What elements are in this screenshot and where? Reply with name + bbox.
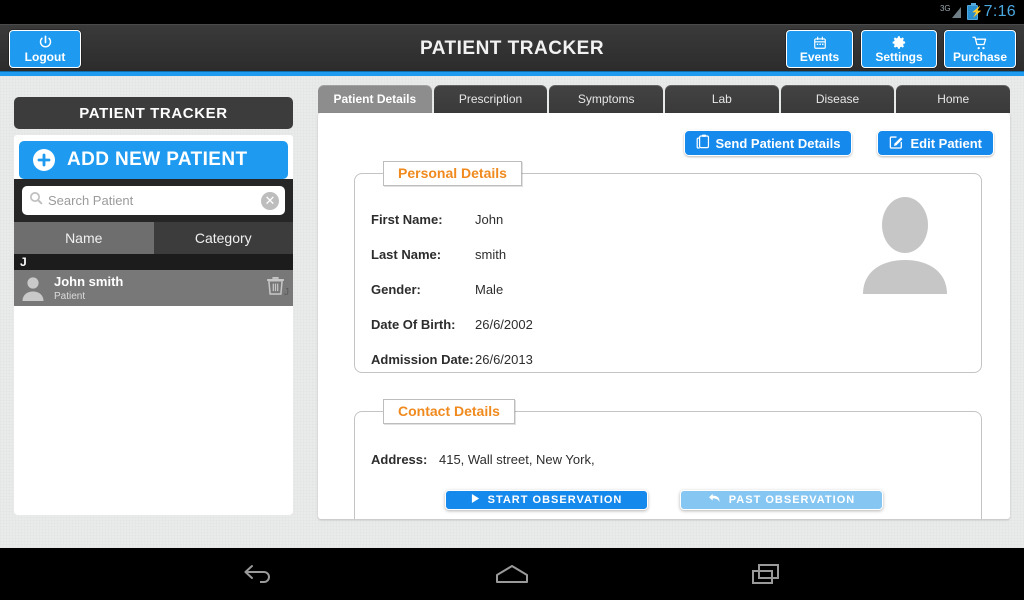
field-admission-date-value: 26/6/2013	[475, 352, 533, 367]
patient-name: John smith	[54, 274, 124, 289]
signal-3g-icon: 3G	[939, 3, 961, 18]
recents-icon[interactable]	[702, 548, 830, 600]
add-new-patient-button[interactable]: ADD NEW PATIENT	[19, 141, 288, 179]
field-admission-date: Admission Date: 26/6/2013	[371, 352, 533, 367]
contact-details-legend: Contact Details	[383, 399, 515, 424]
edit-patient-button[interactable]: Edit Patient	[877, 130, 994, 156]
edit-patient-label: Edit Patient	[910, 135, 982, 151]
tab-lab[interactable]: Lab	[665, 85, 779, 113]
field-last-name-label: Last Name:	[371, 247, 442, 262]
patient-sidebar: PATIENT TRACKER ADD NEW PATIENT ✕	[14, 97, 293, 519]
field-last-name-value: smith	[475, 247, 507, 262]
past-observation-button[interactable]: PAST OBSERVATION	[680, 490, 883, 510]
field-dob-value: 26/6/2002	[475, 317, 533, 332]
events-label: Events	[799, 49, 840, 64]
search-box[interactable]: ✕	[22, 186, 285, 215]
calendar-icon	[813, 35, 827, 51]
gear-icon	[892, 35, 907, 51]
send-patient-details-label: Send Patient Details	[715, 135, 841, 151]
plus-circle-icon	[33, 149, 55, 171]
send-patient-details-button[interactable]: Send Patient Details	[683, 130, 853, 156]
tab-prescription[interactable]: Prescription	[433, 85, 548, 113]
network-label: 3G	[939, 3, 951, 13]
tab-home[interactable]: Home	[896, 85, 1011, 113]
events-button[interactable]: Events	[786, 30, 853, 68]
field-admission-date-label: Admission Date:	[371, 352, 474, 367]
tab-symptoms[interactable]: Symptoms	[549, 85, 664, 113]
field-address-value: 415, Wall street, New York,	[438, 452, 595, 467]
field-first-name: First Name: John	[371, 212, 503, 227]
settings-label: Settings	[875, 49, 923, 64]
tab-patient-details[interactable]: Patient Details	[318, 85, 432, 113]
purchase-button[interactable]: Purchase	[944, 30, 1016, 68]
main-content: Patient Details Prescription Symptoms La…	[318, 85, 1011, 519]
power-icon	[38, 35, 53, 51]
clear-x-icon[interactable]: ✕	[261, 191, 279, 210]
search-container: ✕	[14, 179, 293, 222]
field-address-label: Address:	[371, 452, 428, 467]
field-last-name: Last Name: smith	[371, 247, 506, 262]
past-observation-label: PAST OBSERVATION	[728, 494, 856, 506]
observation-button-bar: START OBSERVATION PAST OBSERVATION	[318, 490, 1010, 510]
tab-bar: Patient Details Prescription Symptoms La…	[318, 85, 1011, 113]
back-arrow-icon	[708, 493, 721, 507]
card-action-bar: Send Patient Details Edit Patient	[683, 130, 994, 156]
personal-details-panel: Personal Details First Name: John Last N…	[354, 161, 982, 373]
field-address: Address: 415, Wall street, New York,	[371, 452, 595, 467]
person-avatar-icon	[20, 275, 46, 301]
app-header: PATIENT TRACKER Logout Events Settings P…	[0, 24, 1024, 71]
search-input[interactable]	[48, 193, 257, 208]
field-first-name-value: John	[475, 212, 504, 227]
patient-details-card: Send Patient Details Edit Patient Person…	[318, 113, 1010, 519]
clipboard-icon	[696, 134, 710, 152]
app-root: 3G ⚡ 7:16 PATIENT TRACKER Logout Events …	[0, 0, 1024, 600]
page-body: PATIENT TRACKER ADD NEW PATIENT ✕	[0, 76, 1024, 548]
back-icon[interactable]	[194, 548, 322, 600]
patient-category: Patient	[54, 291, 86, 302]
logout-button[interactable]: Logout	[9, 30, 81, 68]
list-item[interactable]: John smith Patient J	[14, 270, 293, 306]
sidebar-title: PATIENT TRACKER	[14, 97, 293, 129]
field-gender-label: Gender:	[371, 282, 421, 297]
add-patient-container: ADD NEW PATIENT	[14, 135, 293, 179]
field-dob-label: Date Of Birth:	[371, 317, 456, 332]
personal-details-legend: Personal Details	[383, 161, 522, 186]
home-icon[interactable]	[448, 548, 576, 600]
status-clock: 7:16	[983, 3, 1016, 20]
android-nav-bar	[0, 548, 1024, 600]
patient-list: J John smith Patient J	[14, 254, 293, 515]
search-icon	[28, 190, 44, 211]
settings-button[interactable]: Settings	[861, 30, 937, 68]
field-gender: Gender: Male	[371, 282, 503, 297]
add-new-patient-label: ADD NEW PATIENT	[67, 149, 248, 170]
shopping-cart-icon	[972, 35, 988, 51]
start-observation-button[interactable]: START OBSERVATION	[445, 490, 648, 510]
field-gender-value: Male	[475, 282, 504, 297]
field-dob: Date Of Birth: 26/6/2002	[371, 317, 533, 332]
tab-disease[interactable]: Disease	[780, 85, 895, 113]
purchase-label: Purchase	[952, 49, 1008, 64]
logout-label: Logout	[24, 49, 66, 64]
play-icon	[471, 494, 480, 506]
field-first-name-label: First Name:	[371, 212, 443, 227]
person-placeholder-icon	[859, 194, 951, 294]
fast-scroll-index[interactable]: J	[284, 287, 289, 298]
sidebar-sort-segments: Name Category	[14, 222, 293, 254]
segment-name[interactable]: Name	[14, 222, 154, 254]
battery-charging-icon: ⚡	[966, 2, 983, 20]
trash-icon[interactable]	[266, 276, 285, 300]
segment-category[interactable]: Category	[153, 222, 293, 254]
list-item-text: John smith Patient	[54, 273, 259, 303]
android-status-bar: 3G ⚡ 7:16	[0, 0, 1024, 24]
list-index-header: J	[14, 254, 293, 270]
start-observation-label: START OBSERVATION	[487, 494, 623, 506]
edit-pencil-icon	[889, 134, 904, 152]
